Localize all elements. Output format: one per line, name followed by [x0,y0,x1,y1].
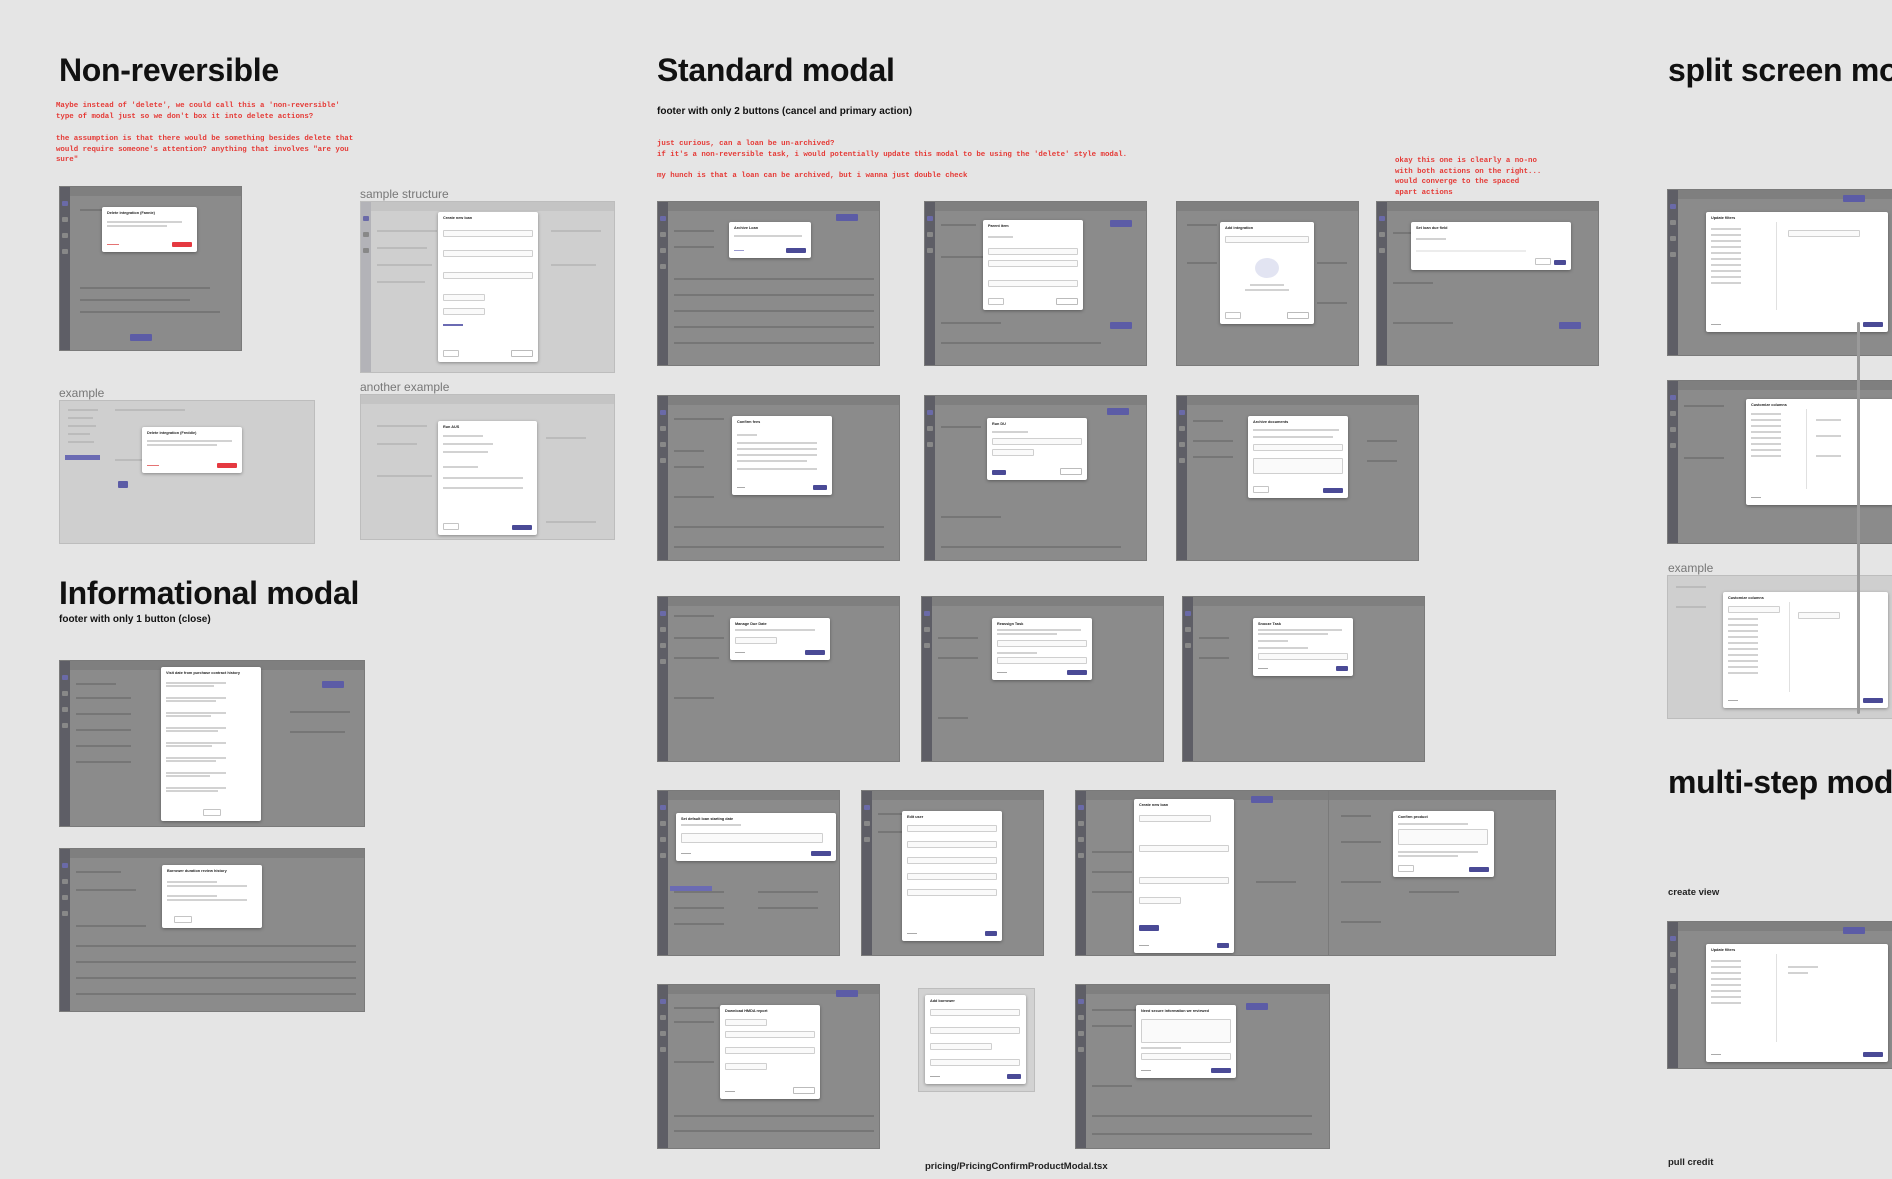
modal-archive-documents: Archive documents [1248,416,1348,498]
canvas-scrollbar[interactable] [1857,322,1860,714]
screenshot-create-new-loan-2[interactable]: Create new loan [1075,790,1330,956]
screenshot-run-aus[interactable]: Run AUS [360,394,615,540]
screenshot-add-integration[interactable]: Add integration [1176,201,1359,366]
modal-add-borrower: Add borrower [925,995,1026,1084]
modal-parent-item: Parent item [983,220,1083,310]
section-subtitle-standard: footer with only 2 buttons (cancel and p… [657,106,913,117]
screenshot-visit-date-history[interactable]: Visit date from purchase contract histor… [59,660,365,827]
section-subtitle-informational: footer with only 1 button (close) [59,614,211,625]
note-non-reversible-1: Maybe instead of 'delete', we could call… [56,102,340,121]
screenshot-delete-integration[interactable]: Delete integration (Fannie) [59,186,242,351]
caption-pull-credit: pull credit [1668,1157,1714,1168]
modal-snooze-task: Snooze Task [1253,618,1353,676]
note-standard-2: my hunch is that a loan can be archived,… [657,172,968,180]
modal-confirm-fees: Confirm fees [732,416,832,495]
modal-manage-due-date: Manage Due Date [730,618,830,660]
modal-customize-columns: Customize columns [1746,399,1892,505]
modal-confirm-product: Confirm product [1393,811,1494,877]
modal-edit-user: Edit user [902,811,1002,941]
modal-run-du: Run DU [987,418,1087,480]
modal-customize-columns-2: Customize columns [1723,592,1888,708]
modal-set-loan-due: Set loan due field [1411,222,1571,270]
label-another-example: another example [360,380,450,394]
screenshot-reassign-task[interactable]: Reassign Task [921,596,1164,762]
modal-set-default-start: Set default loan starting date [676,813,836,861]
modal-create-new-loan: Create new loan [438,212,538,362]
screenshot-archive-loan[interactable]: Archive Loan [657,201,880,366]
screenshot-borrower-review-history[interactable]: Borrower duration review history [59,848,365,1012]
note-standard-3: okay this one is clearly a no-no with bo… [1395,157,1542,197]
label-example-1: example [59,386,105,400]
screenshot-update-filters-2[interactable]: Update filters [1667,921,1892,1069]
label-example-2: example [1668,561,1714,575]
modal-archive-loan: Archive Loan [729,222,811,258]
screenshot-download-hmda[interactable]: Download HMDA report [657,984,880,1149]
screenshot-edit-user[interactable]: Edit user [861,790,1044,956]
screenshot-manage-due-date[interactable]: Manage Due Date [657,596,900,762]
screenshot-parent-item[interactable]: Parent item [924,201,1147,366]
modal-update-filters-2: Update filters [1706,944,1888,1062]
modal-update-filters: Update filters [1706,212,1888,332]
modal-download-hmda: Download HMDA report [720,1005,820,1099]
label-sample-structure: sample structure [360,187,449,201]
screenshot-delete-integration-example[interactable]: Delete integration (Freddie) [59,400,315,544]
note-standard-1: just curious, can a loan be un-archived?… [657,140,1128,159]
screenshot-run-du[interactable]: Run DU [924,395,1147,561]
section-title-informational: Informational modal [59,575,360,611]
modal-create-new-loan-2: Create new loan [1134,799,1234,953]
caption-create-view: create view [1668,887,1720,898]
modal-delete-integration: Delete integration (Fannie) [102,207,197,252]
screenshot-snooze-task[interactable]: Snooze Task [1182,596,1425,762]
file-caption-pricing: pricing/PricingConfirmProductModal.tsx [925,1161,1108,1172]
section-title-split-screen: split screen mo [1668,52,1892,88]
screenshot-add-borrower[interactable]: Add borrower [918,988,1035,1092]
modal-reassign-task: Reassign Task [992,618,1092,680]
modal-delete-integration-2: Delete integration (Freddie) [142,427,242,473]
screenshot-confirm-product[interactable]: Confirm product [1328,790,1556,956]
screenshot-set-default-start[interactable]: Set default loan starting date [657,790,840,956]
note-non-reversible-2: the assumption is that there would be so… [56,135,354,164]
screenshot-create-new-loan[interactable]: Create new loan [360,201,615,373]
modal-borrower-review-history: Borrower duration review history [162,865,262,928]
modal-need-secure-info: Need secure information we reviewed [1136,1005,1236,1078]
modal-visit-date-history: Visit date from purchase contract histor… [161,667,261,821]
screenshot-need-secure-info[interactable]: Need secure information we reviewed [1075,984,1330,1149]
modal-add-integration: Add integration [1220,222,1314,324]
screenshot-set-loan-due[interactable]: Set loan due field [1376,201,1599,366]
section-title-multi-step: multi-step mod [1668,764,1892,800]
screenshot-confirm-fees[interactable]: Confirm fees [657,395,900,561]
screenshot-archive-documents[interactable]: Archive documents [1176,395,1419,561]
section-title-non-reversible: Non-reversible [59,52,279,88]
modal-run-aus: Run AUS [438,421,537,535]
section-title-standard: Standard modal [657,52,895,88]
